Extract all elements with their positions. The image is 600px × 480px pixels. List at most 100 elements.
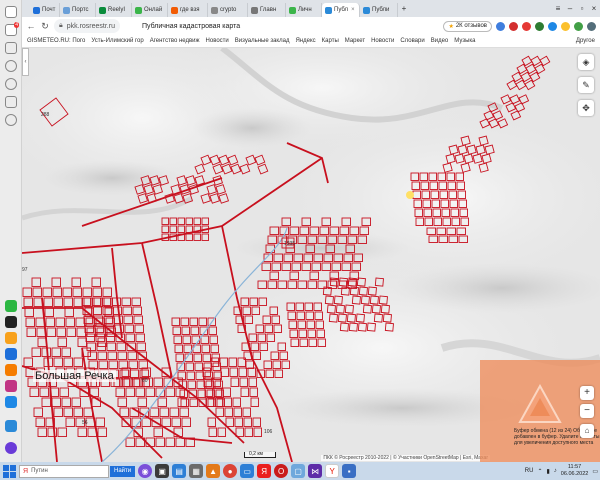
taskbar-search-input[interactable]: Я Путин — [19, 464, 109, 478]
sidebar-downloads-icon[interactable] — [5, 96, 17, 108]
bookmark-item[interactable]: Агентство недвиж — [150, 38, 200, 44]
alice-icon[interactable]: ◉ — [138, 464, 153, 478]
bookmark-item[interactable]: Музыка — [454, 38, 475, 44]
adblock-icon[interactable] — [509, 21, 518, 31]
zoom-out-button[interactable]: − — [580, 404, 594, 418]
sidebar-zen-icon[interactable] — [5, 78, 17, 90]
sidebar-instagram-icon[interactable] — [5, 380, 17, 392]
sidebar-video-icon[interactable] — [5, 60, 17, 72]
sidebar-media-icon[interactable] — [5, 420, 17, 432]
language-indicator[interactable]: RU — [525, 468, 534, 474]
app-icon[interactable]: ⋈ — [308, 464, 323, 478]
tab-favicon-icon — [33, 6, 40, 14]
sidebar-alice-icon[interactable] — [5, 332, 17, 344]
menu-icon[interactable]: ≡ — [552, 4, 564, 13]
maximize-button[interactable]: ▫ — [576, 4, 588, 13]
chevron-up-icon[interactable]: ⌃ — [537, 468, 542, 475]
address-bar[interactable]: 🔒︎ pkk.rosreestr.ru — [54, 19, 120, 33]
tab-reely[interactable]: ReelyI — [96, 3, 132, 17]
bookmark-icon[interactable] — [496, 21, 505, 31]
clipboard-notification[interactable]: Буфер обмена (12 из 24) Объект не добавл… — [480, 360, 600, 462]
panel-collapse-button[interactable]: ‹ — [22, 48, 29, 76]
chrome-icon[interactable]: ● — [223, 464, 238, 478]
bookmarks-other-folder[interactable]: Другое — [576, 38, 595, 44]
extension-icon[interactable] — [548, 21, 557, 31]
home-icon[interactable]: ⌂ — [580, 424, 594, 438]
tab-online[interactable]: Онлай — [132, 3, 168, 17]
app-icon[interactable]: ▲ — [206, 464, 221, 478]
bookmark-item[interactable]: Карты — [322, 38, 339, 44]
sidebar-mail-icon[interactable]: 4 — [5, 22, 19, 36]
bookmark-item[interactable]: Визуальные заклад — [235, 38, 290, 44]
sidebar-phone-icon[interactable] — [5, 316, 17, 328]
system-tray: RU ⌃ ▮ ♪ 11:57 06.06.2022 ▭ — [525, 464, 598, 478]
sidebar-notes-icon[interactable] — [5, 42, 17, 54]
bookmark-item[interactable]: Словари — [400, 38, 424, 44]
tab-personal[interactable]: Личн — [286, 3, 322, 17]
yandex-browser-icon[interactable]: Y — [325, 464, 340, 478]
parcel-label: 106 — [264, 429, 273, 435]
app-icon[interactable]: ▭ — [240, 464, 255, 478]
app-icon[interactable]: ▢ — [291, 464, 306, 478]
app-icon[interactable]: ▦ — [189, 464, 204, 478]
bookmark-item[interactable]: Новости — [206, 38, 229, 44]
tab-favicon-icon — [99, 6, 106, 14]
close-icon[interactable]: × — [351, 7, 355, 13]
tab-label: Онлай — [144, 7, 163, 13]
tab-main[interactable]: Главн — [248, 3, 286, 17]
sidebar-whatsapp-icon[interactable] — [5, 300, 17, 312]
app-icon[interactable]: ▪ — [342, 464, 357, 478]
address-bar-row: ← ↻ 🔒︎ pkk.rosreestr.ru Публичная кадаст… — [22, 17, 600, 35]
sidebar-history-icon[interactable] — [5, 114, 17, 126]
bookmark-item[interactable]: Видео — [431, 38, 449, 44]
search-button[interactable]: Найти — [110, 465, 136, 477]
check-icon[interactable] — [535, 21, 544, 31]
extension-icon[interactable] — [574, 21, 583, 31]
tab-crypto[interactable]: crypto — [208, 3, 248, 17]
layers-icon[interactable]: ◈ — [578, 54, 594, 70]
locate-icon[interactable]: ✥ — [578, 100, 594, 116]
volume-icon[interactable]: ♪ — [554, 468, 557, 474]
bookmark-item[interactable]: Яндекс — [295, 38, 315, 44]
sidebar-music-icon[interactable] — [5, 396, 17, 408]
tab-favicon-icon — [325, 6, 332, 14]
sidebar-mail-2-icon[interactable] — [5, 348, 17, 360]
extension-icon[interactable] — [522, 21, 531, 31]
network-icon[interactable]: ▮ — [546, 468, 549, 475]
tab-public[interactable]: Публи — [360, 3, 398, 17]
sidebar-home-icon[interactable] — [5, 6, 17, 18]
download-icon[interactable] — [587, 21, 596, 31]
tab-favicon-icon — [289, 6, 296, 14]
bookmark-item[interactable]: Новости — [371, 38, 394, 44]
start-button[interactable] — [2, 464, 16, 478]
extension-icon[interactable] — [561, 21, 570, 31]
minimize-button[interactable]: – — [564, 4, 576, 13]
file-explorer-icon[interactable]: ▤ — [172, 464, 187, 478]
opera-icon[interactable]: O — [274, 464, 289, 478]
lock-icon: 🔒︎ — [59, 22, 63, 29]
bookmark-item[interactable]: Маркет — [345, 38, 365, 44]
town-label: Большая Речка — [33, 370, 116, 382]
page-title: Публичная кадастровая карта — [141, 22, 241, 30]
reviews-button[interactable]: ★ 2К отзывов — [443, 20, 492, 32]
reload-button[interactable]: ↻ — [40, 21, 50, 32]
bookmark-item[interactable]: GISMETEO.RU: Пого — [27, 38, 85, 44]
ruler-icon[interactable]: ✎ — [578, 77, 594, 93]
yandex-icon[interactable]: Я — [257, 464, 272, 478]
close-window-button[interactable]: × — [588, 4, 600, 13]
notifications-icon[interactable]: ▭ — [592, 468, 598, 475]
tab-public-active[interactable]: Публ × — [322, 3, 360, 17]
task-view-icon[interactable]: ▣ — [155, 464, 170, 478]
zoom-in-button[interactable]: + — [580, 386, 594, 400]
tab-favicon-icon — [363, 6, 370, 14]
clock[interactable]: 11:57 06.06.2022 — [561, 464, 589, 478]
tab-mail[interactable]: Почт — [30, 3, 60, 17]
back-button[interactable]: ← — [26, 21, 36, 31]
tab-portal[interactable]: Портс — [60, 3, 96, 17]
sidebar-chat-icon[interactable] — [5, 364, 17, 376]
bookmark-item[interactable]: Усть-Илимский гор — [91, 38, 143, 44]
sidebar-profile-icon[interactable] — [5, 442, 17, 454]
tab-where[interactable]: где взя — [168, 3, 208, 17]
url-text: pkk.rosreestr.ru — [66, 22, 115, 30]
new-tab-button[interactable]: + — [398, 4, 410, 13]
